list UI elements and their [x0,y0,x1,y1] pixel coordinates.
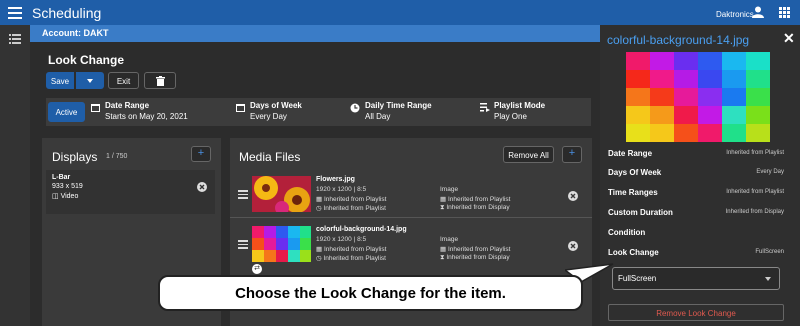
side-filename: colorful-background-14.jpg [607,33,750,47]
media-file-date: ▦ Inherited from Playlist [316,196,387,203]
remove-media-icon[interactable] [568,191,578,201]
status-badge[interactable]: Active [48,102,85,122]
prop-value: Every Day [756,169,784,175]
account-bar: Account: DAKT [30,25,600,42]
colorful-background-thumbnail[interactable] [252,226,311,262]
item-details-panel: colorful-background-14.jpg ✕ Date Range I… [600,25,800,326]
prop-custom-duration: Custom Duration Inherited from Display [608,208,792,217]
prop-label: Days Of Week [608,168,662,177]
daily-time-range-label: Daily Time Range [365,101,432,110]
days-of-week-value: Every Day [250,112,287,121]
media-file-kind: Image [440,236,459,243]
look-change-select[interactable]: FullScreen [612,267,780,290]
clock-icon [350,103,360,113]
save-dropdown-button[interactable] [76,72,104,89]
prop-condition: Condition [608,228,792,237]
media-file-row[interactable]: ⇄ colorful-background-14.jpg 1920 x 1200… [230,224,592,274]
look-change-icon[interactable]: ⇄ [252,264,262,274]
display-size: 933 x 519 [52,183,83,190]
prop-value: Inherited from Playlist [726,189,784,195]
date-range-value: Starts on May 20, 2021 [105,112,188,121]
close-icon[interactable]: ✕ [783,30,795,47]
add-media-button[interactable]: + [562,146,582,163]
apps-grid-icon[interactable] [779,7,790,18]
media-file-duration: ⧗ Inherited from Display [440,204,510,211]
remove-display-icon[interactable] [197,182,207,192]
media-file-time-label: Inherited from Playlist [323,255,386,262]
media-file-kind: Image [440,186,459,193]
save-button[interactable]: Save [46,72,74,89]
playlist-mode-label: Playlist Mode [494,101,546,110]
trash-icon [155,76,165,86]
prop-label: Custom Duration [608,208,673,217]
prop-time-ranges: Time Ranges Inherited from Playlist [608,188,792,197]
media-file-duration: ⧗ Inherited from Display [440,254,510,261]
top-bar: Scheduling Daktronics [0,0,800,25]
display-type: ◫ Video [52,193,79,200]
delete-button[interactable] [144,72,176,89]
prop-look-change: Look Change FullScreen [608,248,792,257]
media-file-duration-label: Inherited from Display [446,254,510,261]
hamburger-menu-icon[interactable] [8,4,22,20]
media-file-time-label: Inherited from Playlist [323,205,386,212]
chevron-down-icon [765,277,771,281]
app-title: Scheduling [32,5,102,21]
media-file-date: ▦ Inherited from Playlist [316,246,387,253]
media-file-time: ◷ Inherited from Playlist [316,205,386,212]
look-change-select-value: FullScreen [618,274,657,283]
drag-handle-icon[interactable] [238,188,248,201]
prop-date-range: Date Range Inherited from Playlist [608,149,792,158]
media-file-name: Flowers.jpg [316,176,355,183]
display-item[interactable]: L-Bar 933 x 519 ◫ Video [46,170,215,214]
media-file-name: colorful-background-14.jpg [316,226,407,233]
media-file-date-label: Inherited from Playlist [323,246,387,253]
media-file-resolution: 1920 x 1200 | 8:5 [316,236,367,243]
media-file-days-label: Inherited from Playlist [447,246,511,253]
user-name[interactable]: Daktronics [716,10,754,19]
schedule-summary: Active Date Range Starts on May 20, 2021… [46,98,591,126]
remove-look-change-button[interactable]: Remove Look Change [608,304,784,321]
calendar-week-icon [236,104,245,112]
media-file-days-label: Inherited from Playlist [447,196,511,203]
days-of-week-label: Days of Week [250,101,302,110]
prop-days-of-week: Days Of Week Every Day [608,168,792,177]
prop-label: Date Range [608,149,653,158]
media-file-row[interactable]: Flowers.jpg 1920 x 1200 | 8:5 ▦ Inherite… [230,174,592,218]
media-file-resolution: 1920 x 1200 | 8:5 [316,186,367,193]
remove-all-button[interactable]: Remove All [503,146,554,163]
flowers-thumbnail[interactable] [252,176,311,212]
display-type-label: Video [60,193,79,200]
daily-time-range-value: All Day [365,112,391,121]
prop-value: FullScreen [755,249,784,255]
playlist-icon [480,103,490,112]
prop-label: Look Change [608,248,659,257]
exit-button[interactable]: Exit [108,72,139,89]
instruction-tooltip: Choose the Look Change for the item. [158,275,583,311]
list-icon[interactable] [9,34,21,44]
drag-handle-icon[interactable] [238,238,248,251]
media-file-time: ◷ Inherited from Playlist [316,255,386,262]
page-title: Look Change [48,53,125,67]
media-file-duration-label: Inherited from Display [446,204,510,211]
date-range-label: Date Range [105,101,150,110]
media-file-days: ▦ Inherited from Playlist [440,246,511,253]
side-preview-image [626,52,770,142]
calendar-icon [91,104,100,112]
add-display-button[interactable]: + [191,146,211,162]
playlist-mode-value: Play One [494,112,527,121]
left-rail [0,25,30,326]
media-file-date-label: Inherited from Playlist [323,196,387,203]
displays-count: 1 / 750 [106,153,128,160]
display-name: L-Bar [52,174,71,181]
prop-label: Condition [608,228,646,237]
media-file-days: ▦ Inherited from Playlist [440,196,511,203]
prop-value: Inherited from Playlist [726,150,784,156]
remove-media-icon[interactable] [568,241,578,251]
user-icon[interactable] [752,6,764,18]
prop-value: Inherited from Display [725,209,784,215]
media-files-title: Media Files [239,150,301,164]
displays-title: Displays [52,150,98,164]
chevron-down-icon [87,79,93,83]
prop-label: Time Ranges [608,188,658,197]
